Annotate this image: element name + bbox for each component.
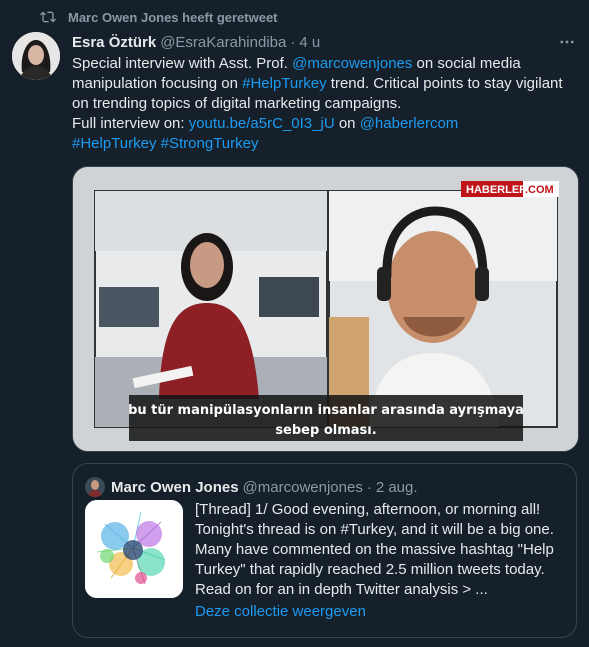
- media-subtitle-line1: bu tür manipülasyonların insanlar arasın…: [128, 403, 524, 418]
- retweet-label: Marc Owen Jones heeft geretweet: [68, 9, 278, 25]
- hashtag-link[interactable]: #StrongTurkey: [161, 135, 259, 152]
- separator-dot: ·: [290, 33, 296, 51]
- media-subtitle-line2: sebep olması.: [275, 423, 376, 438]
- quoted-network-graph-image[interactable]: [85, 500, 183, 598]
- quoted-author-avatar[interactable]: [85, 477, 105, 497]
- media-brand-right: .COM: [525, 184, 554, 196]
- tweet-text-part: Full interview on:: [72, 115, 189, 132]
- tweet-text: Special interview with Asst. Prof. @marc…: [72, 54, 577, 154]
- author-name[interactable]: Esra Öztürk: [72, 34, 156, 51]
- quoted-tweet-header: Marc Owen Jones @marcowenjones · 2 aug.: [85, 476, 418, 498]
- tweet-time[interactable]: 4 u: [299, 34, 320, 51]
- quoted-date[interactable]: 2 aug.: [376, 479, 418, 496]
- more-options-icon[interactable]: [557, 32, 577, 52]
- quoted-tweet-text: [Thread] 1/ Good evening, afternoon, or …: [195, 501, 554, 598]
- url-link[interactable]: youtu.be/a5rC_0I3_jU: [189, 115, 335, 132]
- quoted-author-handle[interactable]: @marcowenjones: [243, 479, 363, 496]
- tweet-media-video[interactable]: HABERLER .COM bu tür manipülasyonların i…: [72, 166, 579, 452]
- mention-link[interactable]: @marcowenjones: [292, 55, 412, 72]
- quoted-author-name[interactable]: Marc Owen Jones: [111, 479, 239, 496]
- retweet-indicator[interactable]: Marc Owen Jones heeft geretweet: [40, 8, 278, 26]
- author-handle[interactable]: @EsraKarahindiba: [160, 34, 286, 51]
- hashtag-link[interactable]: #HelpTurkey: [72, 135, 156, 152]
- hashtag-link[interactable]: #HelpTurkey: [242, 75, 326, 92]
- author-avatar[interactable]: [12, 32, 60, 80]
- mention-link[interactable]: @haberlercom: [360, 115, 459, 132]
- show-collection-link[interactable]: Deze collectie weergeven: [195, 602, 565, 622]
- media-brand-left: HABERLER: [466, 184, 527, 196]
- tweet-text-part: Special interview with Asst. Prof.: [72, 55, 293, 72]
- tweet-text-part: on: [334, 115, 360, 132]
- quoted-tweet-text-block: [Thread] 1/ Good evening, afternoon, or …: [195, 500, 565, 622]
- quoted-tweet[interactable]: Marc Owen Jones @marcowenjones · 2 aug.: [72, 463, 577, 638]
- tweet-header: Esra Öztürk @EsraKarahindiba · 4 u: [72, 32, 577, 52]
- tweet-content: Esra Öztürk @EsraKarahindiba · 4 u Speci…: [72, 32, 577, 154]
- separator-dot: ·: [366, 478, 372, 496]
- retweet-icon: [40, 11, 56, 23]
